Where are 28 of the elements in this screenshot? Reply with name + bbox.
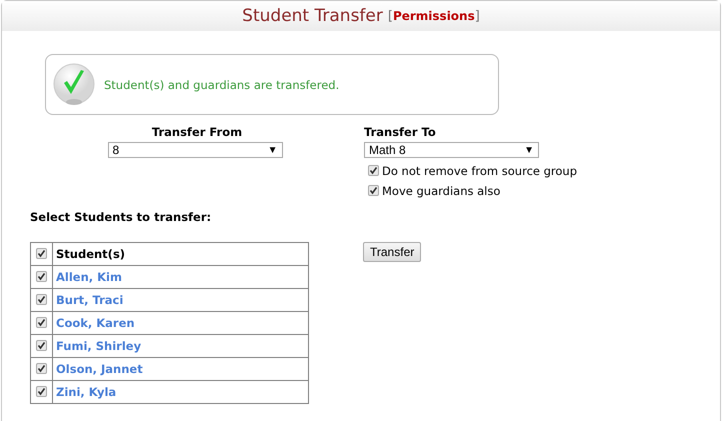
checkbox[interactable] [36,317,47,328]
permissions-link[interactable]: Permissions [392,8,475,22]
section-label: Select Students to transfer: [30,210,212,224]
field-label: Transfer To [364,125,437,141]
student-link[interactable]: Cook, Karen [56,316,135,330]
transfer-button[interactable]: Transfer [363,242,422,262]
column-header: Student(s) [56,247,126,261]
bracket: ] [474,8,480,24]
student-link[interactable]: Allen, Kim [56,270,122,284]
dropdown[interactable]: 8 ▼ [108,142,282,158]
dropdown[interactable]: Math 8 ▼ [364,142,539,158]
checkmark-icon [52,62,96,108]
page-title: Student Transfer [242,6,383,26]
student-link[interactable]: Burt, Traci [56,293,124,307]
checkbox[interactable] [36,271,47,282]
checkbox[interactable] [36,386,47,397]
checkbox[interactable] [36,248,47,259]
bracket: [ [388,8,393,24]
checkbox[interactable] [36,294,47,305]
student-link[interactable]: Zini, Kyla [56,385,116,399]
checkbox[interactable] [368,185,379,196]
checkbox[interactable] [36,340,47,351]
option-label: Move guardians also [382,184,500,198]
option-label: Do not remove from source group [382,164,578,178]
success-text: Student(s) and guardians are transfered. [104,78,340,92]
checkbox[interactable] [36,363,47,374]
field-label: Transfer From [152,125,242,141]
checkbox[interactable] [368,165,379,176]
